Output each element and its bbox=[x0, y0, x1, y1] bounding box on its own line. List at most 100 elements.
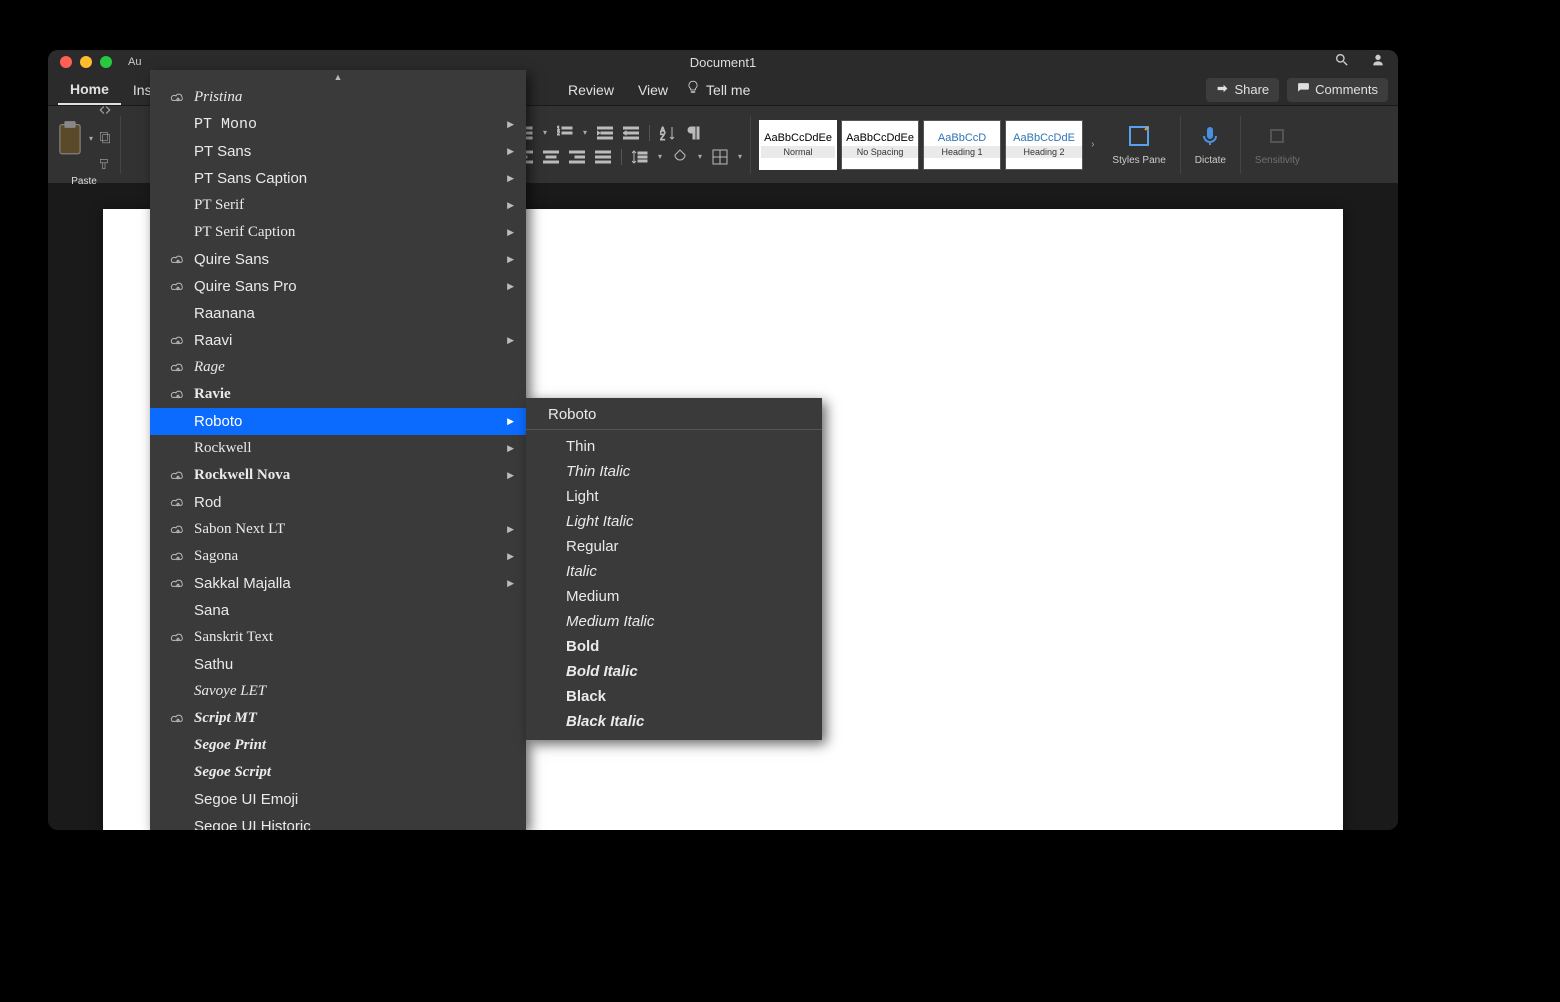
cloud-icon bbox=[170, 632, 188, 644]
font-item[interactable]: Quire Sans▶ bbox=[150, 246, 526, 273]
user-icon[interactable] bbox=[1370, 52, 1386, 73]
mic-icon bbox=[1198, 124, 1222, 151]
minimize-button[interactable] bbox=[80, 56, 92, 68]
font-item[interactable]: Sanskrit Text bbox=[150, 624, 526, 651]
font-weight-item[interactable]: Light Italic bbox=[526, 509, 822, 534]
numbering-icon[interactable]: 12 bbox=[557, 125, 573, 141]
font-weight-item[interactable]: Thin bbox=[526, 434, 822, 459]
font-item[interactable]: Savoye LET bbox=[150, 678, 526, 705]
font-name: Ravie bbox=[194, 386, 231, 403]
font-item[interactable]: Sakkal Majalla▶ bbox=[150, 570, 526, 597]
copy-icon[interactable] bbox=[98, 130, 112, 147]
search-icon[interactable] bbox=[1334, 52, 1350, 73]
font-item[interactable]: Quire Sans Pro▶ bbox=[150, 273, 526, 300]
font-item[interactable]: Ravie bbox=[150, 381, 526, 408]
font-weight-item[interactable]: Bold bbox=[526, 634, 822, 659]
scroll-up-arrow[interactable]: ▲ bbox=[150, 70, 526, 84]
close-button[interactable] bbox=[60, 56, 72, 68]
style-label: Normal bbox=[761, 146, 835, 158]
tab-review[interactable]: Review bbox=[556, 74, 626, 105]
font-name: Roboto bbox=[194, 413, 242, 430]
style-card[interactable]: AaBbCcDdEHeading 2 bbox=[1005, 120, 1083, 170]
font-item[interactable]: Rockwell Nova▶ bbox=[150, 462, 526, 489]
font-weight-item[interactable]: Black Italic bbox=[526, 709, 822, 734]
sort-icon[interactable]: AZ bbox=[660, 125, 676, 141]
submenu-arrow-icon: ▶ bbox=[507, 119, 514, 130]
cloud-icon bbox=[170, 524, 188, 536]
font-item[interactable]: Pristina bbox=[150, 84, 526, 111]
font-weight-item[interactable]: Italic bbox=[526, 559, 822, 584]
cloud-icon bbox=[170, 578, 188, 590]
tab-home[interactable]: Home bbox=[58, 74, 121, 105]
font-weight-item[interactable]: Medium bbox=[526, 584, 822, 609]
font-item[interactable]: PT Serif▶ bbox=[150, 192, 526, 219]
cloud-icon bbox=[170, 713, 188, 725]
font-item[interactable]: Rockwell▶ bbox=[150, 435, 526, 462]
comments-button[interactable]: Comments bbox=[1287, 78, 1388, 102]
style-label: Heading 1 bbox=[924, 146, 1000, 158]
font-weight-item[interactable]: Medium Italic bbox=[526, 609, 822, 634]
outdent-icon[interactable] bbox=[597, 125, 613, 141]
submenu-arrow-icon: ▶ bbox=[507, 443, 514, 454]
line-spacing-icon[interactable] bbox=[632, 149, 648, 165]
paste-button[interactable] bbox=[56, 120, 84, 156]
font-item[interactable]: Segoe UI Historic bbox=[150, 813, 526, 830]
style-preview: AaBbCcD bbox=[938, 132, 986, 144]
font-item[interactable]: Roboto▶ bbox=[150, 408, 526, 435]
font-item[interactable]: Segoe Print bbox=[150, 732, 526, 759]
tab-view[interactable]: View bbox=[626, 74, 680, 105]
submenu-arrow-icon: ▶ bbox=[507, 524, 514, 535]
cloud-icon bbox=[170, 389, 188, 401]
font-item[interactable]: Segoe UI Emoji bbox=[150, 786, 526, 813]
submenu-arrow-icon: ▶ bbox=[507, 551, 514, 562]
pilcrow-icon[interactable] bbox=[686, 125, 702, 141]
align-right-icon[interactable] bbox=[569, 149, 585, 165]
font-weight-item[interactable]: Thin Italic bbox=[526, 459, 822, 484]
style-card[interactable]: AaBbCcDdEeNo Spacing bbox=[841, 120, 919, 170]
traffic-lights bbox=[60, 56, 112, 68]
share-button[interactable]: Share bbox=[1206, 78, 1279, 102]
styles-pane-button[interactable]: Styles Pane bbox=[1106, 124, 1171, 166]
styles-more-icon[interactable]: › bbox=[1087, 139, 1098, 150]
style-card[interactable]: AaBbCcDdEeNormal bbox=[759, 120, 837, 170]
titlebar-prefix: Au bbox=[128, 56, 141, 68]
font-item[interactable]: Rod bbox=[150, 489, 526, 516]
font-item[interactable]: Rage bbox=[150, 354, 526, 381]
sensitivity-button: Sensitivity bbox=[1249, 124, 1306, 166]
font-item[interactable]: PT Serif Caption▶ bbox=[150, 219, 526, 246]
font-weight-item[interactable]: Bold Italic bbox=[526, 659, 822, 684]
maximize-button[interactable] bbox=[100, 56, 112, 68]
font-name: Sakkal Majalla bbox=[194, 575, 291, 592]
style-preview: AaBbCcDdE bbox=[1013, 132, 1075, 144]
font-item[interactable]: Raanana bbox=[150, 300, 526, 327]
font-item[interactable]: PT Sans Caption▶ bbox=[150, 165, 526, 192]
font-item[interactable]: Sathu bbox=[150, 651, 526, 678]
dictate-button[interactable]: Dictate bbox=[1189, 124, 1232, 166]
separator bbox=[120, 116, 121, 174]
font-weight-item[interactable]: Light bbox=[526, 484, 822, 509]
font-item[interactable]: Sagona▶ bbox=[150, 543, 526, 570]
font-item[interactable]: Raavi▶ bbox=[150, 327, 526, 354]
tell-me[interactable]: Tell me bbox=[686, 80, 750, 99]
indent-icon[interactable] bbox=[623, 125, 639, 141]
paste-dropdown[interactable]: ▾ bbox=[89, 134, 93, 143]
font-item[interactable]: Sabon Next LT▶ bbox=[150, 516, 526, 543]
borders-icon[interactable] bbox=[712, 149, 728, 165]
justify-icon[interactable] bbox=[595, 149, 611, 165]
font-name: Rod bbox=[194, 494, 222, 511]
font-item[interactable]: Segoe Script bbox=[150, 759, 526, 786]
cloud-icon bbox=[170, 470, 188, 482]
font-item[interactable]: PT Mono▶ bbox=[150, 111, 526, 138]
font-name: Pristina bbox=[194, 89, 242, 106]
font-weight-item[interactable]: Regular bbox=[526, 534, 822, 559]
font-item[interactable]: Sana bbox=[150, 597, 526, 624]
font-weight-item[interactable]: Black bbox=[526, 684, 822, 709]
cut-icon[interactable] bbox=[98, 103, 112, 120]
font-item[interactable]: PT Sans▶ bbox=[150, 138, 526, 165]
font-name: Sathu bbox=[194, 656, 233, 673]
shading-icon[interactable] bbox=[672, 149, 688, 165]
font-item[interactable]: Script MT bbox=[150, 705, 526, 732]
align-center-icon[interactable] bbox=[543, 149, 559, 165]
style-card[interactable]: AaBbCcD Heading 1 bbox=[923, 120, 1001, 170]
format-painter-icon[interactable] bbox=[98, 157, 112, 174]
